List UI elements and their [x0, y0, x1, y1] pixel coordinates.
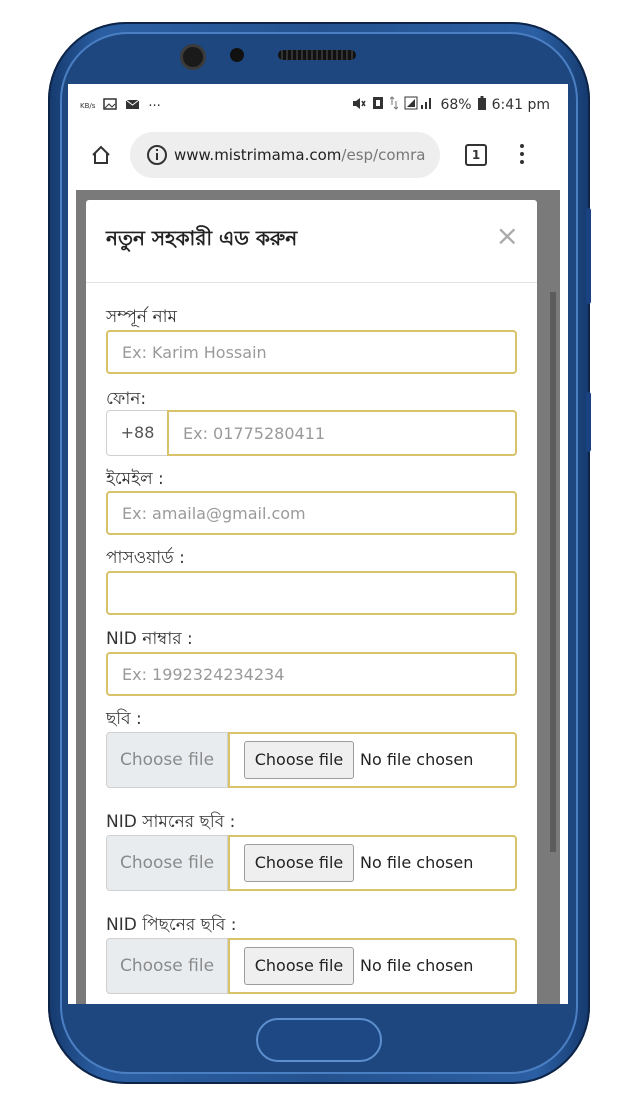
home-icon[interactable] [90, 144, 112, 170]
password-input[interactable] [106, 571, 517, 615]
volume-button [586, 208, 591, 304]
data-arrows-icon [390, 96, 399, 114]
address-bar[interactable]: www.mistrimama.com/esp/comra [130, 132, 440, 178]
url-path: /esp/comra [341, 146, 426, 164]
email-label: ইমেইল : [106, 469, 164, 489]
nid-back-file-label[interactable]: Choose file [106, 938, 228, 994]
country-code: +88 [106, 410, 168, 456]
full-name-placeholder: Ex: Karim Hossain [122, 343, 267, 362]
photo-file-group: Choose file Choose file No file chosen [106, 732, 517, 788]
full-name-input[interactable]: Ex: Karim Hossain [106, 330, 517, 374]
nid-back-file-group: Choose file Choose file No file chosen [106, 938, 517, 994]
battery-icon [477, 96, 486, 114]
tab-switcher-button[interactable]: 1 [465, 144, 487, 166]
nid-front-choose-file-button[interactable]: Choose file [244, 844, 354, 882]
earpiece-speaker [278, 50, 356, 60]
battery-percent: 68% [440, 97, 472, 113]
nid-label: NID নাম্বার : [106, 629, 193, 649]
nid-placeholder: Ex: 1992324234234 [122, 665, 285, 684]
nid-back-file-input[interactable]: Choose file No file chosen [228, 938, 517, 994]
nid-back-label: NID পিছনের ছবি : [106, 915, 237, 935]
password-label: পাসওয়ার্ড : [106, 548, 185, 568]
nid-front-file-group: Choose file Choose file No file chosen [106, 835, 517, 891]
phone-placeholder: Ex: 01775280411 [183, 424, 326, 443]
photo-file-label[interactable]: Choose file [106, 732, 228, 788]
add-assistant-modal: নতুন সহকারী এড করুন × সম্পূর্ন নাম Ex: K… [86, 200, 537, 1004]
browser-toolbar: www.mistrimama.com/esp/comra 1 [68, 128, 568, 184]
nid-back-choose-file-button[interactable]: Choose file [244, 947, 354, 985]
phone-input-group: +88 Ex: 01775280411 [106, 410, 517, 456]
phone-input[interactable]: Ex: 01775280411 [167, 410, 517, 456]
phone-screen: KB/s ··· 68% 6:41 pm www.mistrimama.com/… [68, 84, 568, 1004]
photo-label: ছবি : [106, 709, 142, 729]
close-icon[interactable]: × [496, 222, 519, 250]
email-input[interactable]: Ex: amaila@gmail.com [106, 491, 517, 535]
front-camera [180, 44, 206, 70]
more-notifications: ··· [148, 98, 161, 114]
info-icon[interactable] [146, 144, 168, 170]
gallery-icon [103, 98, 118, 114]
email-placeholder: Ex: amaila@gmail.com [122, 504, 306, 523]
photo-choose-file-button[interactable]: Choose file [244, 741, 354, 779]
signal-icon [404, 96, 434, 114]
modal-title: নতুন সহকারী এড করুন [106, 226, 298, 250]
status-bar: KB/s ··· 68% 6:41 pm [68, 84, 568, 126]
photo-file-input[interactable]: Choose file No file chosen [228, 732, 517, 788]
nid-front-file-label[interactable]: Choose file [106, 835, 228, 891]
modal-header: নতুন সহকারী এড করুন × [86, 200, 537, 283]
nfc-icon [372, 96, 384, 114]
photo-file-status: No file chosen [360, 750, 474, 769]
nid-front-file-input[interactable]: Choose file No file chosen [228, 835, 517, 891]
power-button [586, 392, 591, 452]
url-text[interactable]: www.mistrimama.com/esp/comra [174, 146, 434, 164]
url-host: www.mistrimama.com [174, 146, 342, 164]
full-name-label: সম্পূর্ন নাম [106, 307, 177, 327]
page-scrollbar[interactable] [550, 292, 556, 852]
nid-front-file-status: No file chosen [360, 853, 474, 872]
nid-input[interactable]: Ex: 1992324234234 [106, 652, 517, 696]
mail-icon [125, 99, 140, 114]
overflow-menu-icon[interactable] [514, 141, 530, 167]
network-speed: KB/s [80, 102, 96, 110]
proximity-sensor [230, 48, 244, 62]
nid-back-file-status: No file chosen [360, 956, 474, 975]
nid-front-label: NID সামনের ছবি : [106, 812, 236, 832]
clock: 6:41 pm [491, 97, 550, 113]
home-button[interactable] [256, 1018, 382, 1062]
mute-icon [352, 97, 367, 114]
